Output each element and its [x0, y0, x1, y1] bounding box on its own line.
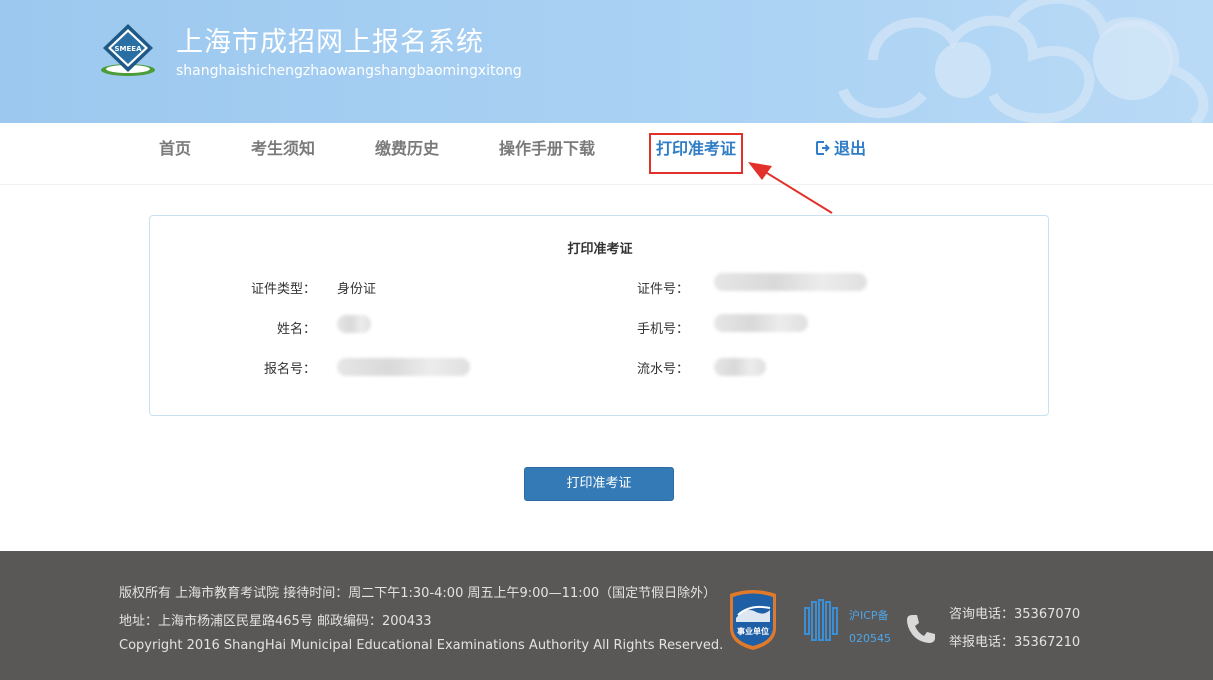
- pointer-arrow-icon: [748, 162, 833, 214]
- smeea-logo-icon: SMEEA: [101, 24, 155, 76]
- nav-home[interactable]: 首页: [159, 137, 191, 161]
- footer-english-copyright: Copyright 2016 ShangHai Municipal Educat…: [119, 638, 724, 653]
- site-subtitle: shanghaishichengzhaowangshangbaomingxito…: [176, 63, 522, 79]
- badge-text: 事业单位: [737, 626, 769, 636]
- site-title: 上海市成招网上报名系统: [176, 27, 484, 58]
- name-label: 姓名：: [276, 322, 316, 337]
- icp-number[interactable]: 020545: [849, 632, 891, 645]
- panel-title: 打印准考证: [567, 242, 633, 257]
- phone-label: 手机号：: [636, 322, 689, 337]
- logo-text: SMEEA: [115, 45, 143, 53]
- phone-icon: [907, 615, 935, 643]
- id-number-redacted: [714, 273, 867, 291]
- nav-manual-download[interactable]: 操作手册下载: [499, 137, 595, 161]
- footer-address-line: 地址：上海市杨浦区民星路465号 邮政编码：200433: [119, 614, 432, 629]
- report-phone: 举报电话：35367210: [949, 635, 1081, 650]
- cloud-decoration-icon: [838, 0, 1209, 123]
- icp-label[interactable]: 沪ICP备: [849, 607, 889, 623]
- active-nav-highlight: [649, 133, 743, 174]
- reg-number-redacted: [337, 358, 470, 376]
- reg-number-label: 报名号：: [263, 362, 316, 377]
- admission-info-panel: 打印准考证 证件类型： 身份证 证件号： 姓名： 手机号： 报名号： 流水号：: [149, 215, 1049, 416]
- id-type-label: 证件类型：: [250, 282, 316, 297]
- phone-redacted: [714, 314, 808, 332]
- main-nav: 首页 考生须知 缴费历史 操作手册下载 打印准考证 退出: [0, 123, 1213, 185]
- nav-payment-history[interactable]: 缴费历史: [375, 137, 439, 161]
- name-redacted: [337, 315, 371, 333]
- footer-copyright-line: 版权所有 上海市教育考试院 接待时间：周二下午1:30-4:00 周五上午9:0…: [119, 586, 717, 601]
- nav-logout-label: 退出: [834, 139, 867, 158]
- nav-candidate-notice[interactable]: 考生须知: [251, 137, 315, 161]
- consult-phone: 咨询电话：35367070: [949, 607, 1081, 622]
- id-type-value: 身份证: [337, 282, 377, 297]
- print-admission-ticket-button[interactable]: 打印准考证: [524, 467, 674, 501]
- header-banner: SMEEA 上海市成招网上报名系统 shanghaishichengzhaowa…: [0, 0, 1213, 123]
- serial-label: 流水号：: [636, 362, 689, 377]
- serial-redacted: [714, 358, 766, 376]
- public-institution-badge-icon[interactable]: 事业单位: [726, 588, 780, 652]
- nav-logout[interactable]: 退出: [815, 137, 866, 161]
- icp-record-icon: [804, 599, 838, 641]
- id-number-label: 证件号：: [636, 282, 689, 297]
- logout-icon: [816, 141, 830, 155]
